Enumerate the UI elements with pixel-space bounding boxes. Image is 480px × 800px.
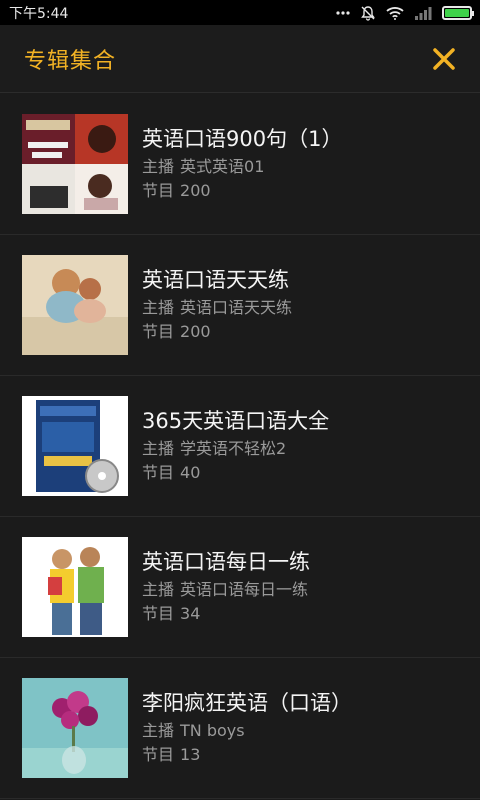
- album-title: 英语口语天天练: [142, 268, 289, 292]
- count-value: 200: [180, 181, 211, 200]
- album-host: 主播 英式英语01: [142, 155, 342, 179]
- album-count: 节目 200: [142, 320, 292, 344]
- count-value: 40: [180, 463, 201, 482]
- album-info: 365天英语口语大全 主播 学英语不轻松2 节目 40: [142, 407, 329, 485]
- host-name: 学英语不轻松2: [180, 439, 287, 458]
- album-host: 主播 TN boys: [142, 719, 352, 743]
- status-time: 下午5:44: [9, 5, 69, 22]
- signal-icon: [414, 5, 432, 21]
- album-cover: [22, 396, 128, 496]
- count-label: 节目: [142, 322, 175, 341]
- status-icons: [336, 5, 474, 21]
- header: 专辑集合: [0, 25, 480, 93]
- more-dots-icon: [336, 5, 350, 21]
- host-name: 英语口语每日一练: [180, 580, 309, 599]
- battery-icon: [442, 5, 474, 20]
- album-item[interactable]: 李阳疯狂英语（口语） 主播 TN boys 节目 13: [0, 658, 480, 799]
- host-name: 英式英语01: [180, 157, 265, 176]
- album-cover: [22, 678, 128, 778]
- host-label: 主播: [142, 298, 175, 317]
- count-value: 200: [180, 322, 211, 341]
- album-info: 英语口语900句（1） 主播 英式英语01 节目 200: [142, 125, 342, 203]
- album-list: 英语口语900句（1） 主播英式英语01 节目200 英语口语天天练 主播: [0, 94, 480, 799]
- count-value: 34: [180, 604, 201, 623]
- album-title: 英语口语每日一练: [142, 550, 310, 574]
- album-title: 365天英语口语大全: [142, 409, 330, 433]
- album-info: 英语口语天天练 主播 英语口语天天练 节目 200: [142, 266, 292, 344]
- host-label: 主播: [142, 580, 175, 599]
- album-cover: [22, 255, 128, 355]
- page-title: 专辑集合: [24, 48, 117, 74]
- host-name: TN boys: [180, 721, 245, 740]
- close-button[interactable]: [430, 45, 458, 73]
- host-label: 主播: [142, 157, 175, 176]
- count-label: 节目: [142, 745, 175, 764]
- album-item[interactable]: 365天英语口语大全 主播 学英语不轻松2 节目 40: [0, 376, 480, 517]
- count-value: 13: [180, 745, 201, 764]
- count-label: 节目: [142, 604, 175, 623]
- album-item[interactable]: 英语口语天天练 主播 英语口语天天练 节目 200: [0, 235, 480, 376]
- count-label: 节目: [142, 181, 175, 200]
- status-bar: 下午5:44: [0, 0, 480, 25]
- host-label: 主播: [142, 439, 175, 458]
- album-count: 节目 34: [142, 602, 310, 626]
- album-cover: [22, 114, 128, 214]
- wifi-icon: [386, 5, 404, 21]
- host-name: 英语口语天天练: [180, 298, 293, 317]
- battery-level: [445, 8, 469, 17]
- host-label: 主播: [142, 721, 175, 740]
- album-item[interactable]: 英语口语每日一练 主播 英语口语每日一练 节目 34: [0, 517, 480, 658]
- bell-muted-icon: [360, 5, 376, 21]
- album-host: 主播 学英语不轻松2: [142, 437, 329, 461]
- album-info: 英语口语每日一练 主播 英语口语每日一练 节目 34: [142, 548, 310, 626]
- album-cover: [22, 537, 128, 637]
- album-host: 主播 英语口语天天练: [142, 296, 292, 320]
- album-title: 李阳疯狂英语（口语）: [142, 691, 352, 715]
- album-count: 节目 200: [142, 179, 342, 203]
- count-label: 节目: [142, 463, 175, 482]
- album-item[interactable]: 英语口语900句（1） 主播 英式英语01 节目 200: [0, 94, 480, 235]
- album-host: 主播 英语口语每日一练: [142, 578, 310, 602]
- album-info: 李阳疯狂英语（口语） 主播 TN boys 节目 13: [142, 689, 352, 767]
- album-count: 节目 40: [142, 461, 329, 485]
- close-icon: [433, 47, 455, 70]
- album-title: 英语口语900句（1）: [142, 127, 343, 151]
- album-count: 节目 13: [142, 743, 352, 767]
